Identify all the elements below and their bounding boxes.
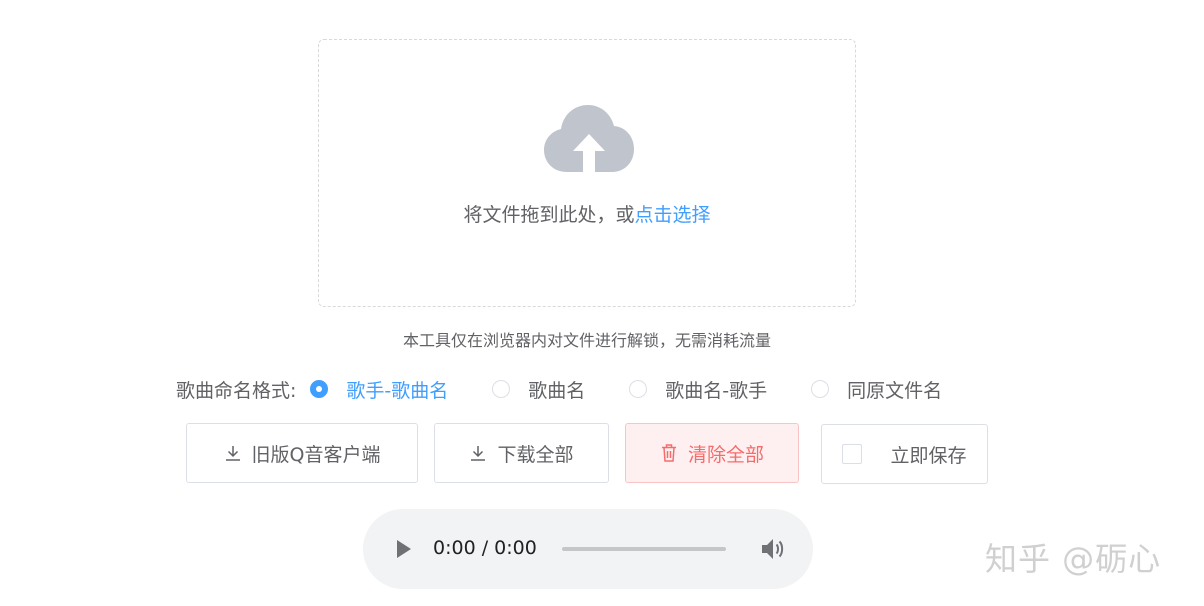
play-icon[interactable] <box>396 539 412 559</box>
radio-label: 歌手-歌曲名 <box>346 379 449 402</box>
download-all-button[interactable]: 下载全部 <box>434 423 609 483</box>
naming-format-label: 歌曲命名格式: <box>176 379 297 402</box>
audio-progress-bar[interactable] <box>562 547 726 551</box>
upload-instruction: 将文件拖到此处，或点击选择 <box>319 200 855 227</box>
naming-format-group: 歌曲命名格式: 歌手-歌曲名 歌曲名 歌曲名-歌手 同原文件名 <box>176 374 986 404</box>
download-icon <box>471 446 486 461</box>
radio-label: 同原文件名 <box>847 379 943 402</box>
clear-all-button[interactable]: 清除全部 <box>625 423 799 483</box>
radio-circle[interactable] <box>310 380 329 398</box>
radio-song-singer[interactable]: 歌曲名-歌手 <box>629 376 767 403</box>
audio-player: 0:00 / 0:00 <box>363 509 813 589</box>
radio-song[interactable]: 歌曲名 <box>492 376 585 403</box>
upload-select-link[interactable]: 点击选择 <box>635 204 711 226</box>
clear-all-label: 清除全部 <box>687 443 764 466</box>
download-icon <box>225 446 240 461</box>
radio-circle[interactable] <box>492 380 511 398</box>
radio-label: 歌曲名-歌手 <box>665 379 768 402</box>
radio-singer-song[interactable]: 歌手-歌曲名 <box>310 376 448 403</box>
save-now-checkbox[interactable]: 立即保存 <box>821 424 988 484</box>
download-all-label: 下载全部 <box>497 443 574 466</box>
upload-dropzone[interactable]: 将文件拖到此处，或点击选择 <box>318 39 856 307</box>
radio-label: 歌曲名 <box>528 379 586 402</box>
volume-icon[interactable] <box>760 537 786 561</box>
checkbox[interactable] <box>842 444 863 464</box>
legacy-client-button[interactable]: 旧版Q音客户端 <box>186 423 418 483</box>
upload-tip: 本工具仅在浏览器内对文件进行解锁，无需消耗流量 <box>402 331 771 350</box>
watermark: 知乎 @砺心 <box>985 540 1162 578</box>
cloud-upload-icon <box>544 105 634 172</box>
save-now-label: 立即保存 <box>890 444 967 467</box>
radio-circle[interactable] <box>629 380 648 398</box>
radio-original-filename[interactable]: 同原文件名 <box>811 376 942 403</box>
upload-drag-text: 将文件拖到此处，或 <box>463 204 635 226</box>
legacy-client-label: 旧版Q音客户端 <box>251 443 381 466</box>
trash-icon <box>661 444 676 462</box>
radio-circle[interactable] <box>811 380 830 398</box>
audio-time: 0:00 / 0:00 <box>433 537 537 559</box>
